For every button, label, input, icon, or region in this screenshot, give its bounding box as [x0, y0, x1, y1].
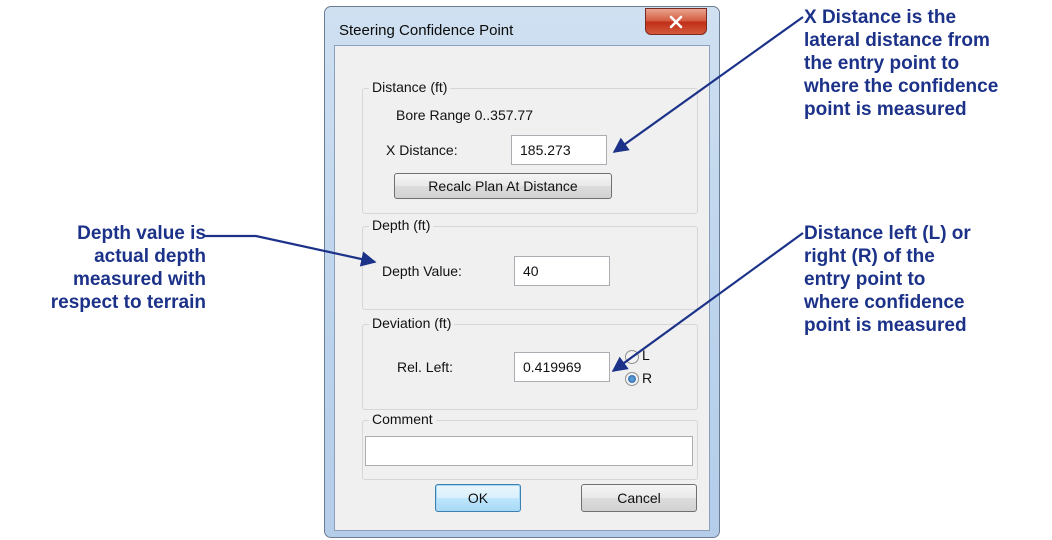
arrow-x-distance — [612, 16, 804, 153]
arrow-depth — [203, 234, 377, 267]
arrow-deviation — [611, 232, 804, 372]
annotation-arrows — [203, 16, 804, 372]
